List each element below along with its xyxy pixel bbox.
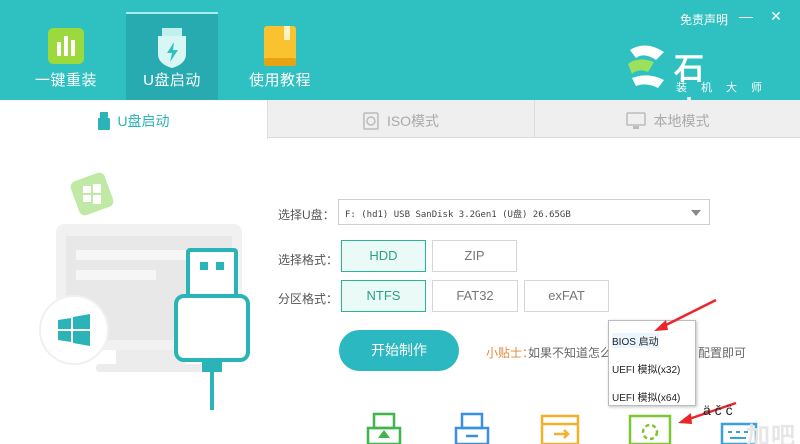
boot-option-uefi-x64[interactable]: UEFI 模拟(x64) xyxy=(612,389,680,404)
format-option-hdd[interactable]: HDD xyxy=(341,240,426,272)
format-label: 选择格式： xyxy=(278,253,339,267)
partition-option-fat32[interactable]: FAT32 xyxy=(432,280,518,312)
title-bar: 一键重装 U盘启动 使用教程 免责声明 — ✕ 石大师 装机大师 xyxy=(0,0,800,174)
boot-option-uefi-x32[interactable]: UEFI 模拟(x32) xyxy=(612,361,680,376)
chart-bars-icon xyxy=(48,28,84,64)
nav-label: 使用教程 xyxy=(248,72,311,89)
tab-label: ISO模式 xyxy=(386,113,440,129)
minimize-button[interactable]: — xyxy=(736,8,756,24)
partition-label: 分区格式： xyxy=(278,292,339,306)
chevron-down-icon xyxy=(691,210,701,216)
mode-tabs: U盘启动 ISO模式 本地模式 xyxy=(0,100,800,139)
drive-label: 选择U盘： xyxy=(278,208,335,222)
partition-option-ntfs[interactable]: NTFS xyxy=(341,280,426,312)
tip-text-end: 配置即可 xyxy=(698,346,747,360)
close-button[interactable]: ✕ xyxy=(766,8,786,25)
boot-simulate-icon[interactable] xyxy=(628,410,672,444)
nav-usb-boot[interactable]: U盘启动 xyxy=(126,12,218,100)
partition-option-exfat[interactable]: exFAT xyxy=(524,280,609,312)
usb-stick-icon xyxy=(97,112,110,130)
folder-export-icon[interactable] xyxy=(540,410,580,444)
tab-local-mode[interactable]: 本地模式 xyxy=(535,100,800,138)
tab-label: U盘启动 xyxy=(117,113,170,129)
disc-file-icon xyxy=(363,112,379,130)
disclaimer-link[interactable]: 免责声明 xyxy=(680,11,728,28)
windows-diamond-icon xyxy=(70,172,114,216)
red-arrow-icon xyxy=(654,298,717,331)
book-icon xyxy=(264,26,296,66)
usb-upgrade-icon[interactable] xyxy=(364,410,404,444)
usb-shield-icon xyxy=(158,28,186,68)
usb-plug-icon xyxy=(174,248,250,410)
brand-subtitle: 装机大师 xyxy=(676,82,776,94)
tip-text: 如果不知道怎么 xyxy=(528,346,613,360)
nav-label: U盘启动 xyxy=(143,72,201,89)
monitor-icon xyxy=(625,112,646,129)
nav-one-click-reinstall[interactable]: 一键重装 xyxy=(20,12,112,100)
drive-select[interactable]: F: (hd1) USB SanDisk 3.2Gen1 (U盘) 26.65G… xyxy=(338,199,710,225)
tab-label: 本地模式 xyxy=(653,113,710,129)
watermark: 加吧 xyxy=(746,423,796,444)
drive-value: F: (hd1) USB SanDisk 3.2Gen1 (U盘) 26.65G… xyxy=(345,210,571,220)
nav-label: 一键重装 xyxy=(34,72,97,89)
format-option-zip[interactable]: ZIP xyxy=(432,240,517,272)
tab-usb-boot[interactable]: U盘启动 xyxy=(0,100,268,139)
tab-iso-mode[interactable]: ISO模式 xyxy=(268,100,535,138)
tip-label: 小贴士： xyxy=(486,346,535,360)
windows-logo-icon xyxy=(39,295,109,365)
usb-restore-icon[interactable] xyxy=(452,410,492,444)
start-creation-button[interactable]: 开始制作 xyxy=(339,330,459,371)
usb-computer-illustration xyxy=(39,172,250,410)
brand-mark-icon xyxy=(628,45,664,88)
nav-tutorial[interactable]: 使用教程 xyxy=(234,12,326,100)
